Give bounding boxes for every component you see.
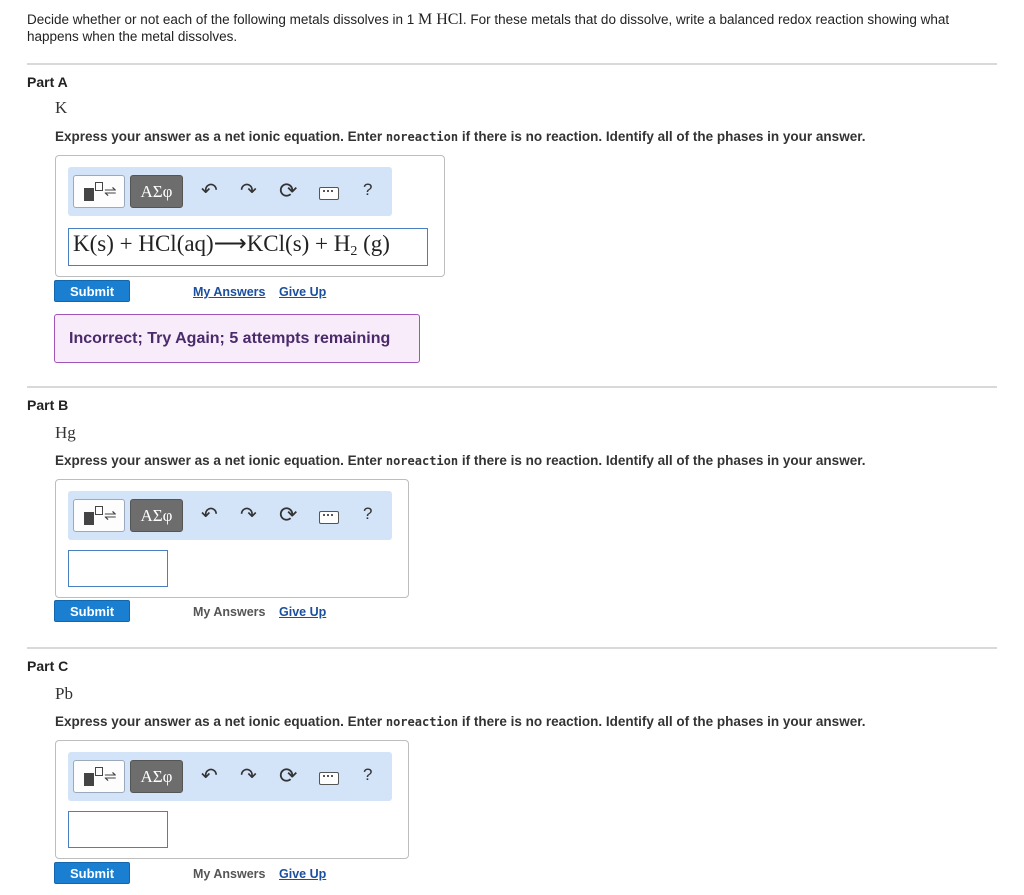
part-c-give-up-link[interactable]: Give Up	[279, 867, 326, 881]
divider	[27, 63, 997, 65]
part-c-metal: Pb	[55, 684, 73, 703]
divider	[27, 647, 997, 649]
undo-icon[interactable]: ↶	[201, 503, 218, 527]
part-b-answer-editor: ⇌ ΑΣφ ↶ ↷ ⟳ ?	[55, 479, 409, 598]
part-b-math-toolbar: ⇌ ΑΣφ ↶ ↷ ⟳ ?	[68, 491, 392, 540]
template-arrows-icon: ⇌	[104, 183, 117, 200]
undo-icon[interactable]: ↶	[201, 764, 218, 788]
part-a-metal: K	[55, 98, 68, 117]
part-a-math-toolbar: ⇌ ΑΣφ ↶ ↷ ⟳ ?	[68, 167, 392, 216]
noreaction-code: noreaction	[385, 130, 459, 144]
reset-icon[interactable]: ⟳	[279, 179, 297, 203]
keyboard-icon[interactable]	[319, 511, 339, 524]
template-block-icon	[84, 773, 94, 786]
problem-intro: Decide whether or not each of the follow…	[27, 11, 950, 44]
part-a-instructions: Express your answer as a net ionic equat…	[55, 129, 866, 144]
template-block-icon	[84, 512, 94, 525]
noreaction-code: noreaction	[385, 454, 459, 468]
part-a-my-answers-link[interactable]: My Answers	[193, 285, 265, 299]
divider	[27, 386, 997, 388]
part-a-answer-input[interactable]: K(s) + HCl(aq)⟶KCl(s) + H2 (g)	[68, 228, 428, 266]
intro-math: M HCl	[417, 11, 463, 28]
keyboard-icon[interactable]	[319, 187, 339, 200]
part-c-instructions: Express your answer as a net ionic equat…	[55, 714, 866, 729]
keyboard-icon[interactable]	[319, 772, 339, 785]
help-button[interactable]: ?	[363, 765, 372, 785]
redo-icon[interactable]: ↷	[240, 764, 257, 788]
part-b-metal: Hg	[55, 423, 76, 442]
part-b-my-answers-link: My Answers	[193, 605, 266, 619]
greek-symbols-button[interactable]: ΑΣφ	[130, 175, 183, 208]
part-a-title: Part A	[27, 74, 68, 90]
part-c-submit-button[interactable]: Submit	[54, 862, 130, 884]
templates-button[interactable]: ⇌	[73, 499, 125, 532]
part-a-feedback-message: Incorrect; Try Again; 5 attempts remaini…	[54, 314, 420, 363]
greek-symbols-button[interactable]: ΑΣφ	[130, 760, 183, 793]
help-button[interactable]: ?	[363, 504, 372, 524]
part-a-answer-editor: ⇌ ΑΣφ ↶ ↷ ⟳ ? K(s) + HCl(aq)⟶KCl(s) + H2…	[55, 155, 445, 277]
template-superscript-icon	[95, 182, 103, 191]
part-a-give-up-link[interactable]: Give Up	[279, 285, 326, 299]
template-arrows-icon: ⇌	[104, 507, 117, 524]
help-button[interactable]: ?	[363, 180, 372, 200]
part-c-title: Part C	[27, 658, 69, 674]
part-c-math-toolbar: ⇌ ΑΣφ ↶ ↷ ⟳ ?	[68, 752, 392, 801]
reset-icon[interactable]: ⟳	[279, 764, 297, 788]
part-c-answer-editor: ⇌ ΑΣφ ↶ ↷ ⟳ ?	[55, 740, 409, 859]
redo-icon[interactable]: ↷	[240, 179, 257, 203]
part-c-answer-input[interactable]	[68, 811, 168, 848]
noreaction-code: noreaction	[385, 715, 459, 729]
greek-symbols-button[interactable]: ΑΣφ	[130, 499, 183, 532]
reset-icon[interactable]: ⟳	[279, 503, 297, 527]
part-b-give-up-link[interactable]: Give Up	[279, 605, 326, 619]
part-a-answer-value: K(s) + HCl(aq)⟶KCl(s) + H2 (g)	[73, 231, 390, 259]
part-b-title: Part B	[27, 397, 69, 413]
templates-button[interactable]: ⇌	[73, 760, 125, 793]
template-superscript-icon	[95, 767, 103, 776]
undo-icon[interactable]: ↶	[201, 179, 218, 203]
templates-button[interactable]: ⇌	[73, 175, 125, 208]
template-arrows-icon: ⇌	[104, 768, 117, 785]
part-c-my-answers-link: My Answers	[193, 867, 266, 881]
part-b-instructions: Express your answer as a net ionic equat…	[55, 453, 866, 468]
redo-icon[interactable]: ↷	[240, 503, 257, 527]
template-superscript-icon	[95, 506, 103, 515]
part-a-submit-button[interactable]: Submit	[54, 280, 130, 302]
part-b-submit-button[interactable]: Submit	[54, 600, 130, 622]
part-b-answer-input[interactable]	[68, 550, 168, 587]
template-block-icon	[84, 188, 94, 201]
